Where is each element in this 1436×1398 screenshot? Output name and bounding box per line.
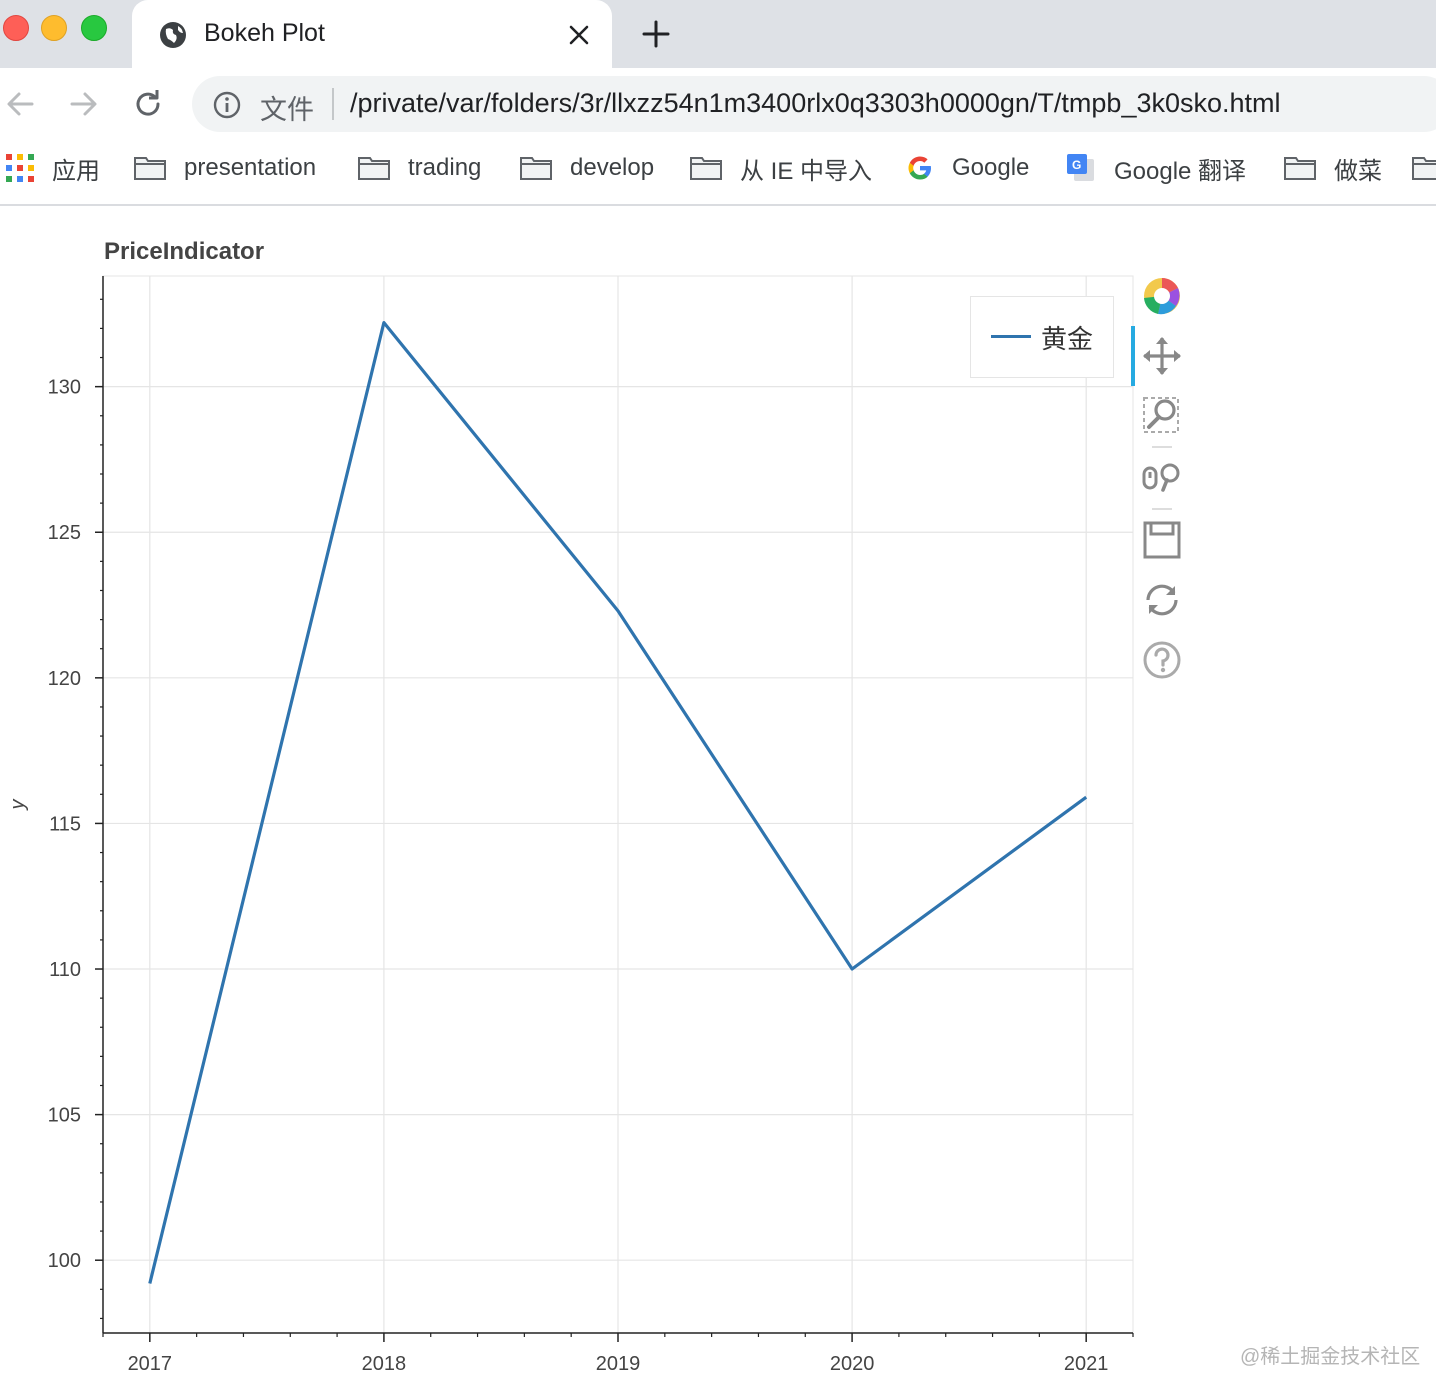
folder-icon [358, 157, 390, 180]
reset-icon[interactable] [1140, 578, 1184, 622]
folder-icon [1284, 157, 1316, 180]
bookmark-presentation[interactable]: presentation [134, 140, 316, 196]
bookmark-overflow[interactable] [1412, 140, 1436, 196]
toolbar-separator [1152, 446, 1172, 448]
info-icon[interactable] [212, 90, 242, 120]
new-tab-icon[interactable] [640, 18, 672, 50]
apps-grid-icon [6, 154, 34, 182]
x-tick-label: 2021 [1064, 1353, 1109, 1375]
box-zoom-icon[interactable] [1140, 394, 1184, 438]
bookmark-label: develop [570, 154, 655, 181]
active-tab[interactable]: Bokeh Plot [132, 0, 612, 68]
folder-icon [690, 157, 722, 180]
bookmark-label: 从 IE 中导入 [740, 157, 873, 185]
x-tick-label: 2018 [362, 1353, 407, 1375]
svg-text:G: G [1072, 158, 1081, 172]
toolbar-separator [1152, 508, 1172, 510]
bookmark-label: Google 翻译 [1114, 157, 1247, 185]
x-axis-title: x [612, 1394, 624, 1398]
bookmark-label: 应用 [52, 157, 100, 185]
x-tick-label: 2019 [596, 1353, 641, 1375]
bookmark-google-translate[interactable]: G Google 翻译 [1066, 140, 1246, 196]
folder-icon [520, 157, 552, 180]
x-tick-label: 2020 [830, 1353, 875, 1375]
y-tick-label: 115 [49, 813, 81, 835]
save-icon[interactable] [1140, 518, 1184, 562]
y-axis: 100 105 110 115 120 125 130 [48, 276, 104, 1333]
legend: 黄金 [970, 296, 1114, 378]
bookmark-label: Google [952, 154, 1030, 181]
active-tool-indicator [1131, 326, 1135, 386]
watermark: @稀土掘金技术社区 [1240, 1346, 1421, 1368]
wheel-zoom-icon[interactable] [1140, 456, 1184, 500]
file-scheme-label: 文件 [260, 95, 314, 125]
bookmark-google[interactable]: Google [906, 140, 1029, 196]
bookmark-ie-import[interactable]: 从 IE 中导入 [690, 140, 872, 196]
bookmark-develop[interactable]: develop [520, 140, 654, 196]
close-tab-icon[interactable] [566, 22, 592, 48]
url-text[interactable]: /private/var/folders/3r/llxzz54n1m3400rl… [350, 88, 1281, 119]
address-bar[interactable]: 文件 /private/var/folders/3r/llxzz54n1m340… [192, 76, 1436, 132]
y-axis-title: y [7, 799, 29, 812]
grid-lines [103, 276, 1133, 1333]
browser-toolbar: 文件 /private/var/folders/3r/llxzz54n1m340… [0, 68, 1436, 140]
help-icon[interactable] [1140, 638, 1184, 682]
y-tick-label: 130 [48, 377, 81, 399]
pan-icon[interactable] [1140, 334, 1184, 378]
folder-icon [1412, 157, 1436, 180]
minimize-window-button[interactable] [41, 15, 67, 41]
bookmark-label: trading [408, 154, 482, 181]
reload-icon[interactable] [130, 86, 166, 122]
line-chart[interactable]: 100105110115120125130 2017 2018 2019 2020 20… [0, 204, 1140, 1398]
back-arrow-icon[interactable] [2, 86, 38, 122]
globe-icon [160, 22, 186, 48]
bookmark-label: presentation [184, 154, 317, 181]
bookmark-apps[interactable]: 应用 [6, 140, 100, 196]
bookmark-trading[interactable]: trading [358, 140, 481, 196]
bokeh-logo-icon[interactable] [1140, 274, 1184, 318]
tab-strip: Bokeh Plot [0, 0, 1436, 68]
y-tick-label: 105 [48, 1105, 81, 1127]
x-tick-label: 2017 [128, 1353, 173, 1375]
google-translate-icon: G [1067, 154, 1094, 181]
folder-icon [134, 157, 166, 180]
x-axis: 2017 2018 2019 2020 2021 [102, 1332, 1134, 1375]
bookmarks-bar: 应用 presentation trading develop 从 IE 中导入… [0, 140, 1436, 206]
omnibox-divider [332, 88, 334, 120]
google-icon [908, 156, 931, 180]
y-tick-label: 125 [48, 522, 81, 544]
forward-arrow-icon[interactable] [66, 86, 102, 122]
close-window-button[interactable] [3, 15, 29, 41]
y-tick-label: 120 [48, 668, 81, 690]
y-tick-label: 110 [49, 959, 81, 981]
legend-swatch [991, 335, 1031, 338]
y-tick-label: 100 [48, 1250, 81, 1272]
maximize-window-button[interactable] [81, 15, 107, 41]
bookmark-cooking[interactable]: 做菜 [1284, 140, 1382, 196]
tab-title: Bokeh Plot [204, 19, 325, 47]
bookmark-label: 做菜 [1334, 157, 1382, 185]
legend-label: 黄金 [1041, 324, 1094, 354]
